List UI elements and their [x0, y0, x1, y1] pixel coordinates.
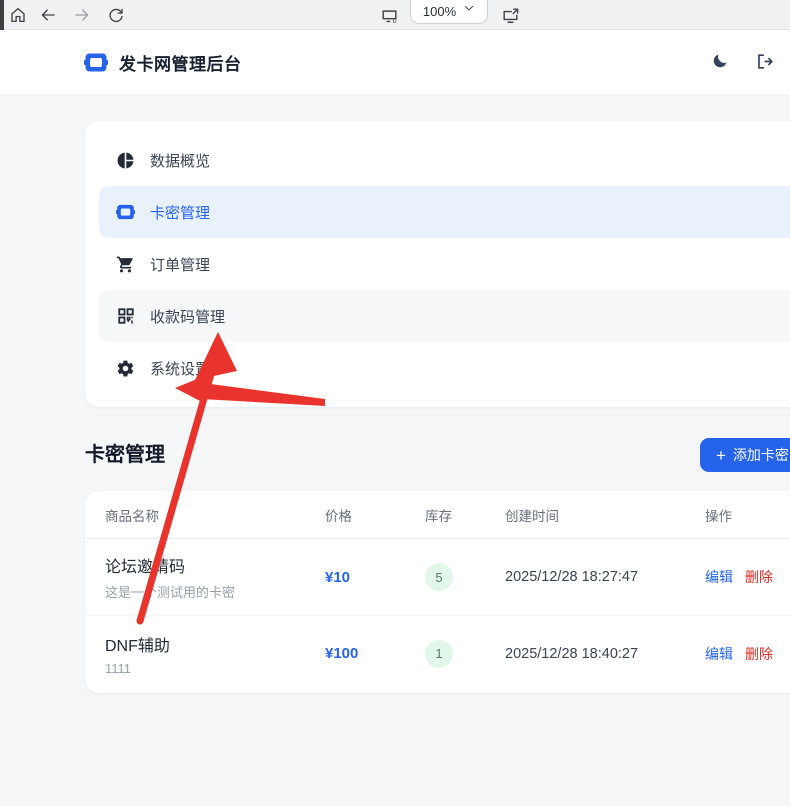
cart-icon — [116, 255, 135, 274]
product-price: ¥10 — [325, 569, 425, 586]
delete-link[interactable]: 删除 — [745, 567, 773, 587]
chevron-down-icon — [463, 1, 475, 19]
stock-badge: 1 — [425, 640, 453, 668]
menu-item-data-overview[interactable]: 数据概览 — [99, 134, 790, 186]
device-preview-button[interactable]: 0 — [377, 4, 401, 26]
menu-card: 数据概览 卡密管理 订单管理 — [85, 121, 790, 407]
back-button[interactable] — [36, 4, 60, 26]
app-logo-card-icon — [84, 53, 108, 72]
stock-badge: 5 — [425, 563, 453, 591]
column-header-product-name: 商品名称 — [105, 505, 325, 525]
menu-item-label: 卡密管理 — [150, 202, 210, 223]
product-name: 论坛邀请码 — [105, 553, 325, 577]
card-list-table: 商品名称 价格 库存 创建时间 操作 论坛邀请码 这是一个测试用的卡密 ¥10 … — [85, 491, 790, 693]
delete-link[interactable]: 删除 — [745, 644, 773, 664]
moon-icon — [711, 52, 729, 73]
product-price: ¥100 — [325, 645, 425, 662]
created-at: 2025/12/28 18:27:47 — [505, 569, 705, 585]
menu-item-payment-code-management[interactable]: 收款码管理 — [99, 290, 790, 342]
logout-button[interactable] — [752, 51, 776, 75]
home-icon — [9, 6, 27, 24]
menu-item-label: 订单管理 — [150, 254, 210, 275]
edit-link[interactable]: 编辑 — [705, 644, 733, 664]
gear-icon — [116, 359, 135, 378]
product-description: 这是一个测试用的卡密 — [105, 582, 325, 601]
reload-icon — [107, 6, 125, 24]
svg-text:0: 0 — [392, 17, 396, 25]
zoom-select[interactable]: 100% — [410, 0, 488, 24]
logout-icon — [755, 52, 774, 74]
forward-arrow-icon — [73, 6, 91, 24]
menu-item-label: 系统设置 — [150, 358, 210, 379]
main-content: 数据概览 卡密管理 订单管理 — [85, 121, 790, 693]
product-description: 1111 — [105, 661, 325, 676]
add-card-button[interactable]: + 添加卡密 — [700, 438, 790, 472]
table-header-row: 商品名称 价格 库存 创建时间 操作 — [85, 491, 790, 539]
dark-mode-toggle[interactable] — [708, 51, 732, 75]
back-arrow-icon — [39, 6, 57, 24]
column-header-actions: 操作 — [705, 505, 790, 525]
app-header: 发卡网管理后台 — [0, 30, 790, 96]
section-header: 卡密管理 + 添加卡密 — [85, 438, 790, 473]
app-title: 发卡网管理后台 — [119, 50, 242, 75]
reload-button[interactable] — [104, 4, 128, 26]
menu-item-system-settings[interactable]: 系统设置 — [99, 342, 790, 394]
table-row: DNF辅助 1111 ¥100 1 2025/12/28 18:40:27 编辑… — [85, 615, 790, 691]
open-window-button[interactable] — [498, 4, 522, 26]
forward-button[interactable] — [70, 4, 94, 26]
table-row: 论坛邀请码 这是一个测试用的卡密 ¥10 5 2025/12/28 18:27:… — [85, 539, 790, 615]
menu-item-label: 收款码管理 — [150, 306, 225, 327]
column-header-created-at: 创建时间 — [505, 505, 705, 525]
edit-link[interactable]: 编辑 — [705, 567, 733, 587]
menu-item-card-management[interactable]: 卡密管理 — [99, 186, 790, 238]
product-name: DNF辅助 — [105, 632, 325, 656]
window-edge-strip — [0, 0, 4, 30]
page-title: 卡密管理 — [85, 438, 790, 473]
column-header-stock: 库存 — [425, 505, 505, 525]
add-card-button-label: 添加卡密 — [733, 445, 789, 465]
home-button[interactable] — [6, 4, 30, 26]
zoom-value: 100% — [423, 4, 456, 19]
device-preview-icon: 0 — [380, 6, 399, 25]
qr-code-icon — [116, 307, 135, 326]
plus-icon: + — [716, 447, 726, 464]
open-window-icon — [501, 6, 520, 25]
pie-chart-icon — [116, 151, 135, 170]
browser-toolbar: 0 100% — [0, 0, 790, 30]
menu-item-label: 数据概览 — [150, 150, 210, 171]
created-at: 2025/12/28 18:40:27 — [505, 646, 705, 662]
menu-item-order-management[interactable]: 订单管理 — [99, 238, 790, 290]
column-header-price: 价格 — [325, 505, 425, 525]
card-icon — [116, 203, 135, 222]
